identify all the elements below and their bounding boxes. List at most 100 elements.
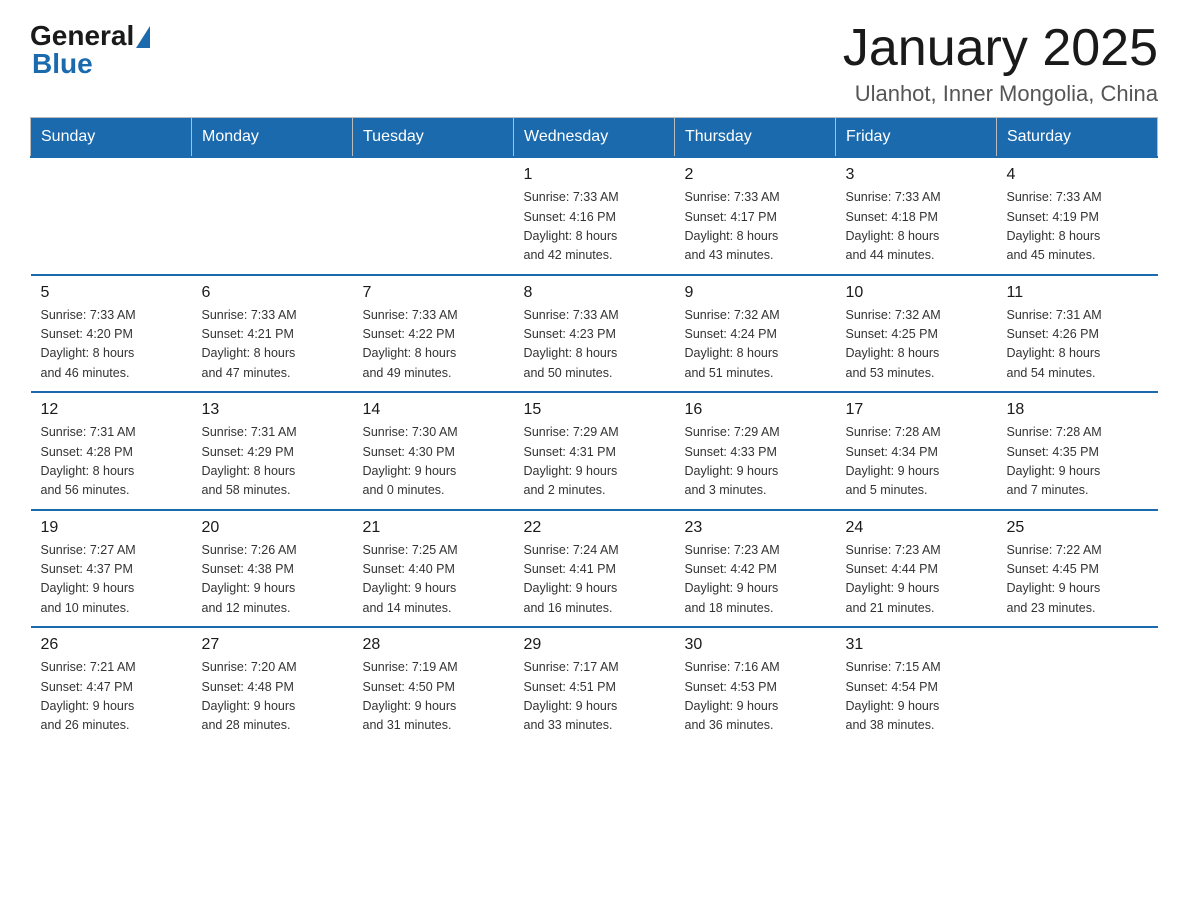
- location-text: Ulanhot, Inner Mongolia, China: [843, 81, 1158, 107]
- day-number: 26: [41, 636, 182, 654]
- cell-w5-d4: 29 Sunrise: 7:17 AM Sunset: 4:51 PM Dayli…: [514, 627, 675, 744]
- cell-w1-d4: 1 Sunrise: 7:33 AM Sunset: 4:16 PM Daylig…: [514, 157, 675, 275]
- day-info: Sunrise: 7:24 AM Sunset: 4:41 PM Dayligh…: [524, 541, 665, 619]
- week-row-2: 5 Sunrise: 7:33 AM Sunset: 4:20 PM Daylig…: [31, 275, 1158, 393]
- day-info: Sunrise: 7:28 AM Sunset: 4:34 PM Dayligh…: [846, 423, 987, 501]
- day-info: Sunrise: 7:33 AM Sunset: 4:18 PM Dayligh…: [846, 188, 987, 266]
- cell-w4-d3: 21 Sunrise: 7:25 AM Sunset: 4:40 PM Dayli…: [353, 510, 514, 628]
- cell-w1-d6: 3 Sunrise: 7:33 AM Sunset: 4:18 PM Daylig…: [836, 157, 997, 275]
- day-info: Sunrise: 7:31 AM Sunset: 4:26 PM Dayligh…: [1007, 306, 1148, 384]
- cell-w3-d4: 15 Sunrise: 7:29 AM Sunset: 4:31 PM Dayli…: [514, 392, 675, 510]
- cell-w3-d5: 16 Sunrise: 7:29 AM Sunset: 4:33 PM Dayli…: [675, 392, 836, 510]
- cell-w1-d5: 2 Sunrise: 7:33 AM Sunset: 4:17 PM Daylig…: [675, 157, 836, 275]
- day-info: Sunrise: 7:20 AM Sunset: 4:48 PM Dayligh…: [202, 658, 343, 736]
- day-info: Sunrise: 7:25 AM Sunset: 4:40 PM Dayligh…: [363, 541, 504, 619]
- cell-w3-d1: 12 Sunrise: 7:31 AM Sunset: 4:28 PM Dayli…: [31, 392, 192, 510]
- day-info: Sunrise: 7:21 AM Sunset: 4:47 PM Dayligh…: [41, 658, 182, 736]
- day-number: 31: [846, 636, 987, 654]
- day-info: Sunrise: 7:33 AM Sunset: 4:20 PM Dayligh…: [41, 306, 182, 384]
- day-number: 17: [846, 401, 987, 419]
- day-number: 2: [685, 166, 826, 184]
- cell-w2-d7: 11 Sunrise: 7:31 AM Sunset: 4:26 PM Dayli…: [997, 275, 1158, 393]
- logo: General Blue: [30, 20, 150, 80]
- day-number: 20: [202, 519, 343, 537]
- day-number: 22: [524, 519, 665, 537]
- day-number: 11: [1007, 284, 1148, 302]
- cell-w1-d7: 4Sunrise: 7:33 AM Sunset: 4:19 PM Daylig…: [997, 157, 1158, 275]
- day-info: Sunrise: 7:33 AM Sunset: 4:16 PM Dayligh…: [524, 188, 665, 266]
- cell-w4-d7: 25 Sunrise: 7:22 AM Sunset: 4:45 PM Dayli…: [997, 510, 1158, 628]
- logo-triangle-icon: [136, 26, 150, 48]
- cell-w4-d2: 20 Sunrise: 7:26 AM Sunset: 4:38 PM Dayli…: [192, 510, 353, 628]
- day-info: Sunrise: 7:32 AM Sunset: 4:25 PM Dayligh…: [846, 306, 987, 384]
- header-friday: Friday: [836, 118, 997, 158]
- day-info: Sunrise: 7:31 AM Sunset: 4:29 PM Dayligh…: [202, 423, 343, 501]
- day-number: 25: [1007, 519, 1148, 537]
- day-info: Sunrise: 7:16 AM Sunset: 4:53 PM Dayligh…: [685, 658, 826, 736]
- day-info: Sunrise: 7:29 AM Sunset: 4:31 PM Dayligh…: [524, 423, 665, 501]
- calendar-body: 1 Sunrise: 7:33 AM Sunset: 4:16 PM Daylig…: [31, 157, 1158, 744]
- day-info: Sunrise: 7:23 AM Sunset: 4:44 PM Dayligh…: [846, 541, 987, 619]
- cell-w2-d3: 7Sunrise: 7:33 AM Sunset: 4:22 PM Daylig…: [353, 275, 514, 393]
- header-tuesday: Tuesday: [353, 118, 514, 158]
- day-number: 24: [846, 519, 987, 537]
- day-info: Sunrise: 7:33 AM Sunset: 4:17 PM Dayligh…: [685, 188, 826, 266]
- day-number: 16: [685, 401, 826, 419]
- cell-w1-d1: [31, 157, 192, 275]
- day-info: Sunrise: 7:22 AM Sunset: 4:45 PM Dayligh…: [1007, 541, 1148, 619]
- day-number: 9: [685, 284, 826, 302]
- day-info: Sunrise: 7:32 AM Sunset: 4:24 PM Dayligh…: [685, 306, 826, 384]
- cell-w5-d7: [997, 627, 1158, 744]
- week-row-5: 26 Sunrise: 7:21 AM Sunset: 4:47 PM Dayli…: [31, 627, 1158, 744]
- cell-w2-d1: 5 Sunrise: 7:33 AM Sunset: 4:20 PM Daylig…: [31, 275, 192, 393]
- day-info: Sunrise: 7:28 AM Sunset: 4:35 PM Dayligh…: [1007, 423, 1148, 501]
- day-number: 3: [846, 166, 987, 184]
- day-number: 10: [846, 284, 987, 302]
- day-number: 23: [685, 519, 826, 537]
- cell-w2-d6: 10 Sunrise: 7:32 AM Sunset: 4:25 PM Dayli…: [836, 275, 997, 393]
- cell-w3-d2: 13 Sunrise: 7:31 AM Sunset: 4:29 PM Dayli…: [192, 392, 353, 510]
- cell-w2-d5: 9 Sunrise: 7:32 AM Sunset: 4:24 PM Daylig…: [675, 275, 836, 393]
- day-info: Sunrise: 7:31 AM Sunset: 4:28 PM Dayligh…: [41, 423, 182, 501]
- day-info: Sunrise: 7:33 AM Sunset: 4:19 PM Dayligh…: [1007, 188, 1148, 266]
- cell-w2-d2: 6 Sunrise: 7:33 AM Sunset: 4:21 PM Daylig…: [192, 275, 353, 393]
- calendar-header: SundayMondayTuesdayWednesdayThursdayFrid…: [31, 118, 1158, 158]
- cell-w5-d6: 31Sunrise: 7:15 AM Sunset: 4:54 PM Dayli…: [836, 627, 997, 744]
- day-info: Sunrise: 7:17 AM Sunset: 4:51 PM Dayligh…: [524, 658, 665, 736]
- day-number: 29: [524, 636, 665, 654]
- day-number: 12: [41, 401, 182, 419]
- day-number: 18: [1007, 401, 1148, 419]
- day-info: Sunrise: 7:26 AM Sunset: 4:38 PM Dayligh…: [202, 541, 343, 619]
- week-row-3: 12 Sunrise: 7:31 AM Sunset: 4:28 PM Dayli…: [31, 392, 1158, 510]
- day-number: 15: [524, 401, 665, 419]
- day-number: 8: [524, 284, 665, 302]
- day-number: 21: [363, 519, 504, 537]
- day-number: 1: [524, 166, 665, 184]
- day-number: 27: [202, 636, 343, 654]
- cell-w4-d5: 23Sunrise: 7:23 AM Sunset: 4:42 PM Dayli…: [675, 510, 836, 628]
- day-info: Sunrise: 7:33 AM Sunset: 4:21 PM Dayligh…: [202, 306, 343, 384]
- header-wednesday: Wednesday: [514, 118, 675, 158]
- header-row: SundayMondayTuesdayWednesdayThursdayFrid…: [31, 118, 1158, 158]
- day-number: 13: [202, 401, 343, 419]
- header-thursday: Thursday: [675, 118, 836, 158]
- day-info: Sunrise: 7:29 AM Sunset: 4:33 PM Dayligh…: [685, 423, 826, 501]
- cell-w3-d3: 14Sunrise: 7:30 AM Sunset: 4:30 PM Dayli…: [353, 392, 514, 510]
- day-info: Sunrise: 7:30 AM Sunset: 4:30 PM Dayligh…: [363, 423, 504, 501]
- cell-w3-d7: 18 Sunrise: 7:28 AM Sunset: 4:35 PM Dayli…: [997, 392, 1158, 510]
- day-number: 19: [41, 519, 182, 537]
- day-info: Sunrise: 7:33 AM Sunset: 4:23 PM Dayligh…: [524, 306, 665, 384]
- month-title: January 2025: [843, 20, 1158, 77]
- cell-w1-d2: [192, 157, 353, 275]
- week-row-1: 1 Sunrise: 7:33 AM Sunset: 4:16 PM Daylig…: [31, 157, 1158, 275]
- page-header: General Blue January 2025 Ulanhot, Inner…: [30, 20, 1158, 107]
- cell-w1-d3: [353, 157, 514, 275]
- day-number: 28: [363, 636, 504, 654]
- day-number: 6: [202, 284, 343, 302]
- day-number: 5: [41, 284, 182, 302]
- calendar-table: SundayMondayTuesdayWednesdayThursdayFrid…: [30, 117, 1158, 744]
- day-info: Sunrise: 7:33 AM Sunset: 4:22 PM Dayligh…: [363, 306, 504, 384]
- header-saturday: Saturday: [997, 118, 1158, 158]
- day-info: Sunrise: 7:19 AM Sunset: 4:50 PM Dayligh…: [363, 658, 504, 736]
- cell-w4-d1: 19Sunrise: 7:27 AM Sunset: 4:37 PM Dayli…: [31, 510, 192, 628]
